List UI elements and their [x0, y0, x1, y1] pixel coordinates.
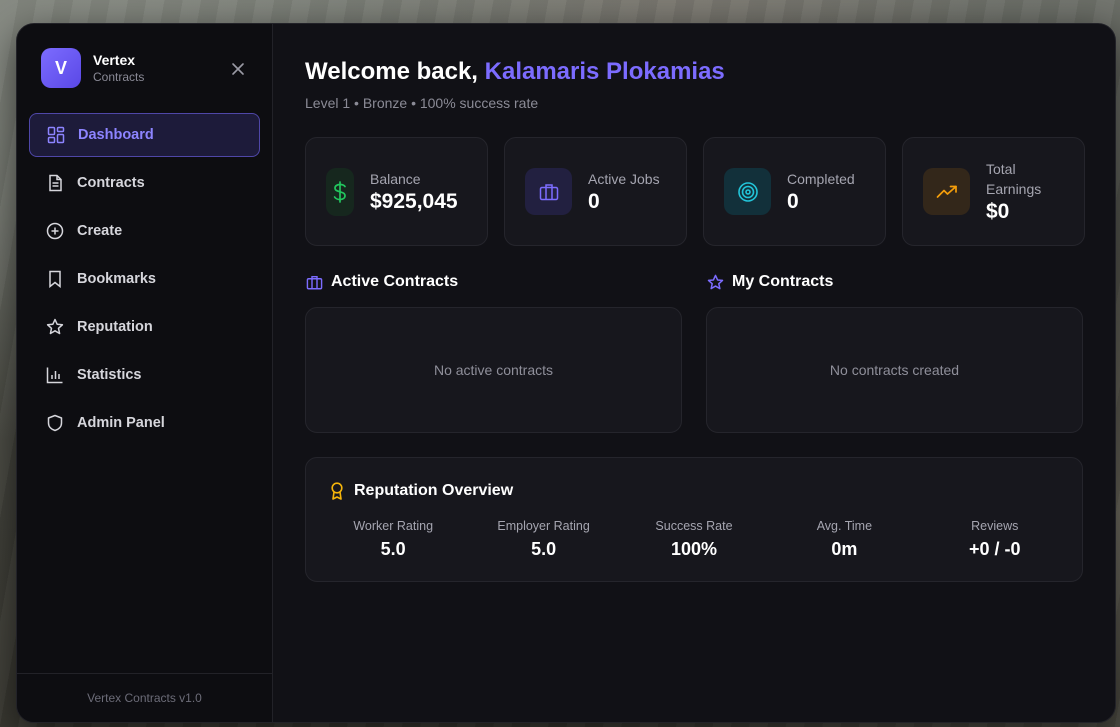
stat-card-balance: Balance $925,045	[305, 137, 488, 246]
metric-success-rate: Success Rate 100%	[619, 518, 769, 562]
empty-state-text: No contracts created	[829, 362, 960, 378]
sidebar-item-label: Admin Panel	[77, 415, 165, 431]
metric-value: 5.0	[531, 539, 557, 559]
stat-card-total-earnings: Total Earnings $0	[902, 137, 1085, 246]
empty-state-text: No active contracts	[433, 362, 554, 378]
section-title-text: Active Contracts	[331, 273, 459, 290]
metric-employer-rating: Employer Rating 5.0	[468, 518, 618, 562]
sidebar-item-label: Dashboard	[78, 127, 154, 143]
sidebar-item-contracts[interactable]: Contracts	[29, 161, 260, 205]
reputation-overview-card: Reputation Overview Worker Rating 5.0 Em…	[305, 457, 1083, 582]
sidebar-item-label: Statistics	[77, 367, 142, 383]
sidebar-item-dashboard[interactable]: Dashboard	[29, 113, 260, 157]
section-title-text: My Contracts	[732, 273, 834, 290]
metric-value: 5.0	[380, 539, 406, 559]
stat-card-active-jobs: Active Jobs 0	[504, 137, 687, 246]
metric-label: Success Rate	[655, 519, 733, 533]
sidebar-item-admin-panel[interactable]: Admin Panel	[29, 401, 260, 445]
sidebar-item-bookmarks[interactable]: Bookmarks	[29, 257, 260, 301]
stat-label: Total Earnings	[986, 160, 1042, 197]
page-title: Welcome back, Kalamaris Plokamias	[305, 58, 725, 86]
stat-value-completed: 0	[787, 189, 799, 213]
bookmark-icon	[45, 269, 65, 289]
bar-chart-icon	[45, 365, 65, 385]
stat-label: Active Jobs	[588, 170, 660, 187]
metric-label: Avg. Time	[816, 519, 873, 533]
stat-value-active-jobs: 0	[588, 189, 600, 213]
sidebar-item-reputation[interactable]: Reputation	[29, 305, 260, 349]
close-button[interactable]	[228, 59, 248, 79]
brand-logo: V	[41, 48, 81, 88]
stats-row: Balance $925,045 Active Jobs 0 Completed…	[305, 137, 1085, 246]
sidebar-item-label: Create	[77, 223, 123, 239]
sidebar-item-label: Bookmarks	[77, 271, 156, 287]
metric-value: +0 / -0	[968, 539, 1021, 559]
sidebar-item-label: Reputation	[77, 319, 153, 335]
sidebar-nav: Dashboard Contracts Create Bookmarks Rep…	[29, 113, 260, 449]
brand-name: Vertex	[93, 52, 136, 68]
metric-label: Reviews	[971, 519, 1019, 533]
award-icon	[328, 482, 346, 500]
brand-subtitle: Contracts	[93, 70, 145, 84]
metric-avg-time: Avg. Time 0m	[769, 518, 919, 562]
metric-label: Employer Rating	[497, 519, 590, 533]
app-window: V Vertex Contracts Dashboard Contracts C…	[16, 23, 1116, 723]
section-title-text: Reputation Overview	[354, 482, 514, 499]
sidebar-item-label: Contracts	[77, 175, 145, 191]
briefcase-icon	[305, 273, 323, 291]
stat-value-total-earnings: $0	[986, 199, 1010, 223]
greeting-text: Welcome back,	[305, 58, 478, 85]
dashboard-icon	[46, 125, 66, 145]
stat-label: Completed	[787, 170, 855, 187]
metric-reviews: Reviews +0 / -0	[920, 518, 1070, 562]
my-contracts-panel: No contracts created	[706, 307, 1083, 433]
sidebar-footer: Vertex Contracts v1.0	[17, 673, 272, 722]
reputation-overview-heading: Reputation Overview	[328, 482, 513, 500]
metric-worker-rating: Worker Rating 5.0	[318, 518, 468, 562]
metric-label: Worker Rating	[353, 519, 434, 533]
dollar-icon	[326, 167, 354, 216]
user-level-info: Level 1 • Bronze • 100% success rate	[305, 95, 539, 111]
user-name: Kalamaris Plokamias	[484, 58, 725, 85]
metric-value: 100%	[670, 539, 717, 559]
document-icon	[45, 173, 65, 193]
stat-label: Balance	[370, 170, 421, 187]
plus-circle-icon	[45, 221, 65, 241]
active-contracts-heading: Active Contracts	[305, 273, 458, 291]
my-contracts-heading: My Contracts	[706, 273, 833, 291]
shield-icon	[45, 413, 65, 433]
stat-card-completed: Completed 0	[703, 137, 886, 246]
sidebar-item-statistics[interactable]: Statistics	[29, 353, 260, 397]
metric-value: 0m	[831, 539, 858, 559]
briefcase-icon	[525, 168, 572, 215]
stat-value-balance: $925,045	[370, 189, 458, 213]
brand: V Vertex Contracts	[41, 48, 144, 88]
star-icon	[45, 317, 65, 337]
active-contracts-panel: No active contracts	[305, 307, 682, 433]
target-icon	[724, 168, 771, 215]
trending-up-icon	[923, 168, 970, 215]
close-icon	[232, 63, 244, 75]
sidebar: V Vertex Contracts Dashboard Contracts C…	[17, 24, 273, 722]
star-icon	[706, 273, 724, 291]
reputation-metrics: Worker Rating 5.0 Employer Rating 5.0 Su…	[318, 518, 1070, 562]
sidebar-item-create[interactable]: Create	[29, 209, 260, 253]
